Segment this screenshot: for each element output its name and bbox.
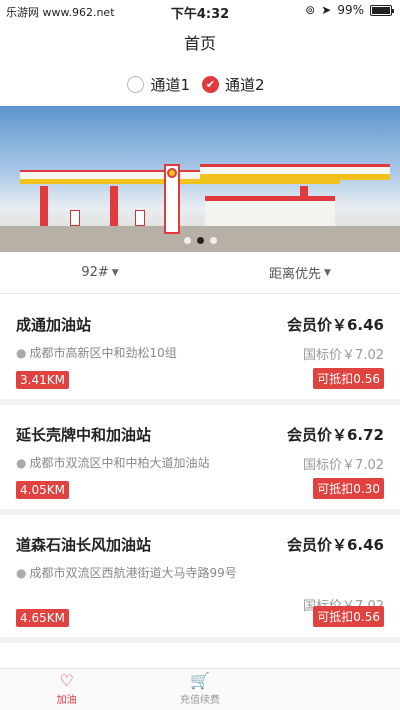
station-item[interactable]: 延长壳牌中和加油站 会员价￥6.72 ● 成都市双流区中和中柏大道加油站 国标价…	[0, 405, 400, 515]
battery-icon	[370, 4, 394, 16]
discount-badge: 可抵扣0.56	[313, 606, 384, 627]
discount-badge: 可抵扣0.56	[313, 368, 384, 389]
carousel-dot[interactable]	[183, 237, 191, 244]
fuel-pump	[135, 210, 145, 226]
page-title: 首页	[183, 34, 216, 53]
distance-badge: 3.41KM	[16, 371, 69, 389]
sort-filter[interactable]: 距离优先 ▼	[200, 252, 400, 293]
station-name: 道森石油长风加油站	[16, 536, 152, 554]
station-building	[205, 196, 335, 226]
tab-refuel[interactable]: ♡ 加油	[0, 669, 133, 710]
radio-checked-icon: ✔	[202, 75, 219, 93]
channel-selector: 通道1 ✔ 通道2	[0, 72, 400, 96]
distance-badge: 4.05KM	[16, 481, 69, 499]
orientation-lock-icon: ⊚	[305, 3, 316, 17]
channel-option-2[interactable]: ✔ 通道2	[202, 74, 265, 95]
location-pin-icon: ●	[16, 346, 27, 360]
cart-icon: 🛒	[190, 671, 210, 690]
location-pin-icon: ●	[16, 566, 27, 580]
station-list: 成通加油站 会员价￥6.46 ● 成都市高新区中和劲松10组 国标价￥7.02 …	[0, 295, 400, 643]
caret-down-icon: ▼	[111, 267, 119, 278]
address-text: 成都市双流区中和中柏大道加油站	[29, 456, 210, 470]
channel-label: 通道1	[150, 75, 190, 94]
canopy-pillar	[40, 186, 48, 226]
member-price: 会员价￥6.46	[286, 536, 384, 554]
channel-label: 通道2	[225, 75, 265, 94]
discount-badge: 可抵扣0.30	[313, 478, 384, 499]
station-address: ● 成都市双流区西航港街道大马寺路99号	[16, 564, 266, 582]
distance-badge: 4.65KM	[16, 609, 69, 627]
banner-carousel[interactable]	[0, 106, 400, 252]
location-icon: ➤	[321, 3, 332, 17]
member-price: 会员价￥6.46	[286, 316, 384, 334]
fuel-pump	[70, 210, 80, 226]
station-name: 延长壳牌中和加油站	[16, 426, 152, 444]
status-bar: 乐游网 www.962.net 下午4:32 ⊚ ➤ 99%	[0, 0, 400, 22]
tab-profile[interactable]	[267, 669, 400, 710]
channel-option-1[interactable]: 通道1	[127, 74, 190, 95]
address-text: 成都市高新区中和劲松10组	[29, 346, 177, 360]
tab-label: 加油	[56, 695, 77, 706]
status-indicators: ⊚ ➤ 99%	[305, 3, 394, 17]
brand-pylon	[164, 164, 180, 234]
tab-recharge[interactable]: 🛒 充值续费	[133, 669, 266, 710]
carousel-indicator	[0, 237, 400, 244]
filter-bar: 92# ▼ 距离优先 ▼	[0, 252, 400, 294]
station-item[interactable]: 成通加油站 会员价￥6.46 ● 成都市高新区中和劲松10组 国标价￥7.02 …	[0, 295, 400, 405]
shell-logo-icon	[167, 168, 177, 178]
address-text: 成都市双流区西航港街道大马寺路99号	[29, 566, 237, 580]
battery-percent: 99%	[337, 3, 364, 17]
carousel-dot[interactable]	[209, 237, 217, 244]
carousel-dot-active[interactable]	[196, 237, 204, 244]
sort-label: 距离优先	[269, 267, 322, 282]
bottom-tab-bar: ♡ 加油 🛒 充值续费	[0, 668, 400, 710]
radio-unchecked-icon	[127, 75, 145, 93]
member-price: 会员价￥6.72	[286, 426, 384, 444]
station-address: ● 成都市双流区中和中柏大道加油站	[16, 454, 266, 472]
station-address: ● 成都市高新区中和劲松10组	[16, 344, 266, 362]
standard-price: 国标价￥7.02	[303, 348, 384, 363]
caret-down-icon: ▼	[324, 267, 331, 278]
tab-label: 充值续费	[179, 695, 220, 706]
fuel-type-filter[interactable]: 92# ▼	[0, 252, 200, 293]
location-pin-icon: ●	[16, 456, 27, 470]
station-item[interactable]: 道森石油长风加油站 会员价￥6.46 ● 成都市双流区西航港街道大马寺路99号 …	[0, 515, 400, 643]
canopy-pillar	[110, 186, 118, 226]
heart-home-icon: ♡	[59, 671, 74, 690]
standard-price: 国标价￥7.02	[303, 458, 384, 473]
station-canopy-right	[200, 164, 390, 180]
station-name: 成通加油站	[16, 316, 92, 334]
fuel-type-label: 92#	[81, 265, 109, 280]
